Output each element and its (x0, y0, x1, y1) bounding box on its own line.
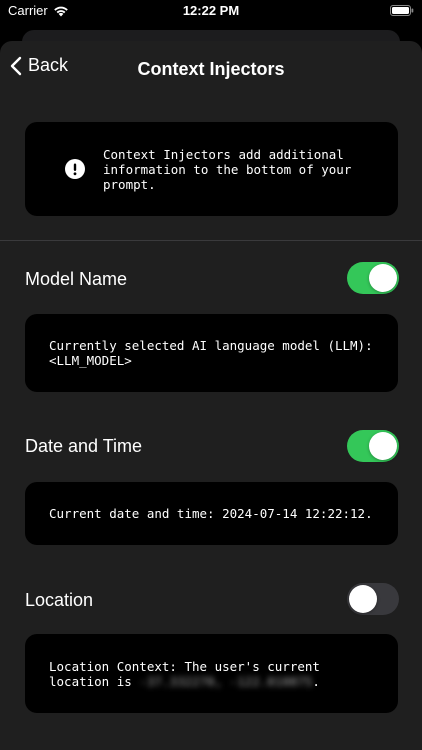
status-bar: Carrier 12:22 PM (0, 0, 422, 30)
divider (0, 240, 422, 241)
page-title: Context Injectors (137, 59, 285, 79)
date-time-context-line1: Current date and time: 2024-07-14 12:22:… (49, 506, 373, 521)
date-time-toggle[interactable] (347, 430, 399, 462)
location-context-card: Location Context: The user's current loc… (25, 634, 398, 713)
blurred-coordinates: -37.332270, -122.010875 (139, 673, 313, 689)
location-context-line2: location is -37.332270, -122.010875. (49, 674, 398, 689)
location-suffix: . (312, 673, 320, 689)
context-injectors-sheet: Back Context Injectors Context Injectors… (0, 41, 422, 750)
toggle-knob (369, 264, 397, 292)
model-name-toggle[interactable] (347, 262, 399, 294)
model-name-context-line2: <LLM_MODEL> (49, 353, 132, 368)
toggle-knob (349, 585, 377, 613)
model-name-context-line1: Currently selected AI language model (LL… (49, 338, 373, 353)
date-time-context-card: Current date and time: 2024-07-14 12:22:… (25, 482, 398, 545)
model-name-label: Model Name (25, 269, 128, 289)
location-label: Location (25, 590, 94, 610)
info-text: Context Injectors add additional informa… (103, 146, 359, 192)
model-name-context-card: Currently selected AI language model (LL… (25, 314, 398, 392)
status-time: 12:22 PM (182, 3, 240, 18)
info-card: Context Injectors add additional informa… (25, 122, 398, 216)
location-toggle[interactable] (347, 583, 399, 615)
toggle-knob (369, 432, 397, 460)
exclamation-circle-icon (65, 159, 85, 179)
location-prefix: location is (49, 673, 132, 689)
battery-icon (390, 5, 414, 16)
location-context-line1: Location Context: The user's current (49, 658, 320, 674)
date-time-label: Date and Time (25, 436, 143, 456)
navigation-bar: Back Context Injectors (0, 41, 422, 97)
